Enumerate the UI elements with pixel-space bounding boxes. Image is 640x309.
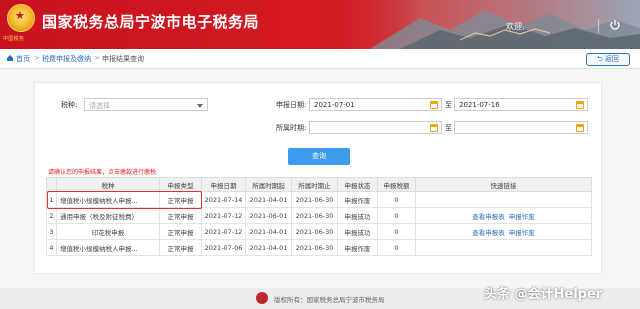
- period-end-cell: 2021-06-30: [291, 223, 338, 240]
- quick-links-cell: [415, 191, 592, 208]
- column-header: 申报日期: [201, 177, 246, 192]
- status-cell: 申报成功: [337, 223, 378, 240]
- column-header: [46, 177, 57, 192]
- void-declaration-link[interactable]: 申报作废: [509, 213, 535, 221]
- period-start-cell: 2021-04-01: [245, 239, 292, 256]
- logout-power-icon[interactable]: [609, 19, 621, 31]
- calendar-icon[interactable]: [430, 101, 438, 109]
- breadcrumb-separator: >: [94, 54, 100, 62]
- breadcrumb: 首页 > 税费申报及缴纳 > 申报结果查询 ⮌ 返回: [0, 49, 640, 69]
- quick-links-cell: 查看申报表 申报作废: [415, 223, 592, 240]
- column-header: 快速链接: [415, 177, 592, 192]
- table-row[interactable]: 3 印花税申报 正常申报 2021-07-12 2021-04-01 2021-…: [46, 223, 592, 240]
- table-header-row: 税种 申报类型 申报日期 所属时期起 所属时期止 申报状态 申报税额 快速链接: [46, 177, 592, 192]
- quick-links-cell: [415, 239, 592, 256]
- declaration-date-label: 申报日期:: [276, 101, 307, 109]
- status-cell: 申报成功: [337, 207, 378, 224]
- amount-cell: 0: [377, 223, 416, 240]
- amount-cell: 0: [377, 207, 416, 224]
- period-label: 所属时期:: [276, 124, 307, 132]
- tax-type-placeholder: 请选择: [89, 102, 110, 110]
- calendar-icon[interactable]: [430, 124, 438, 132]
- row-number: 4: [46, 239, 57, 256]
- query-button[interactable]: 查询: [288, 148, 350, 165]
- breadcrumb-section[interactable]: 税费申报及缴纳: [42, 54, 91, 64]
- period-start-cell: 2021-04-01: [245, 191, 292, 208]
- table-row[interactable]: 4 增值税小规模纳税人申报... 正常申报 2021-07-06 2021-04…: [46, 239, 592, 256]
- period-start-cell: 2021-06-01: [245, 207, 292, 224]
- breadcrumb-current: 申报结果查询: [102, 55, 144, 63]
- tax-name-cell: 通用申报（税及附征税费）: [56, 207, 160, 224]
- emblem-caption: 中国税务: [3, 36, 25, 42]
- void-declaration-link[interactable]: 申报作废: [509, 229, 535, 237]
- view-return-link[interactable]: 查看申报表: [472, 229, 505, 237]
- tax-name-cell: 印花税申报: [56, 223, 160, 240]
- copyright-text: 版权所有：国家税务总局宁波市税务局: [274, 296, 385, 304]
- declaration-date-cell: 2021-07-06: [201, 239, 246, 256]
- declaration-date-cell: 2021-07-14: [201, 191, 246, 208]
- breadcrumb-home[interactable]: 首页: [16, 54, 30, 64]
- tax-type-label: 税种:: [61, 101, 78, 109]
- period-end-cell: 2021-06-30: [291, 239, 338, 256]
- calendar-icon[interactable]: [576, 101, 584, 109]
- period-end-cell: 2021-06-30: [291, 207, 338, 224]
- column-header: 所属时期起: [245, 177, 292, 192]
- declaration-date-to-field[interactable]: 2021-07-16: [454, 98, 588, 111]
- declaration-date-cell: 2021-07-12: [201, 207, 246, 224]
- amount-cell: 0: [377, 191, 416, 208]
- tax-type-select[interactable]: 请选择: [84, 98, 208, 111]
- declaration-date-to-value: 2021-07-16: [459, 101, 500, 109]
- home-icon: [7, 55, 13, 61]
- column-header: 所属时期止: [291, 177, 338, 192]
- back-button[interactable]: ⮌ 返回: [586, 53, 630, 66]
- period-start-cell: 2021-04-01: [245, 223, 292, 240]
- results-table: 税种 申报类型 申报日期 所属时期起 所属时期止 申报状态 申报税额 快速链接 …: [46, 177, 592, 256]
- watermark: 头条 @会计Helper: [484, 287, 603, 302]
- calendar-icon[interactable]: [576, 124, 584, 132]
- row-highlight-box: [47, 191, 202, 209]
- back-button-label: 返回: [604, 55, 619, 63]
- header-divider: [598, 19, 599, 33]
- welcome-text: 欢迎,: [506, 22, 525, 31]
- to-label: 至: [445, 101, 452, 109]
- status-cell: 申报作废: [337, 239, 378, 256]
- mountains-banner-image: [310, 0, 640, 49]
- amount-cell: 0: [377, 239, 416, 256]
- to-label: 至: [445, 124, 452, 132]
- view-return-link[interactable]: 查看申报表: [472, 213, 505, 221]
- chevron-down-icon: [197, 104, 203, 108]
- row-number: 3: [46, 223, 57, 240]
- tax-emblem-logo: ★: [7, 4, 35, 32]
- tax-name-cell: 增值税小规模纳税人申报...: [56, 239, 160, 256]
- quick-links-cell: 查看申报表 申报作废: [415, 207, 592, 224]
- declaration-date-cell: 2021-07-12: [201, 223, 246, 240]
- period-to-field[interactable]: [454, 121, 588, 134]
- site-header: ★ 中国税务 国家税务总局宁波市电子税务局 欢迎,: [0, 0, 640, 49]
- column-header: 申报税额: [377, 177, 416, 192]
- declaration-date-from-value: 2021-07-01: [314, 101, 355, 109]
- row-number: 2: [46, 207, 57, 224]
- period-end-cell: 2021-06-30: [291, 191, 338, 208]
- footer-emblem-logo: [256, 292, 268, 304]
- breadcrumb-separator: >: [34, 54, 40, 62]
- column-header: 税种: [56, 177, 160, 192]
- declaration-type-cell: 正常申报: [159, 207, 202, 224]
- column-header: 申报类型: [159, 177, 202, 192]
- period-from-field[interactable]: [309, 121, 442, 134]
- declaration-type-cell: 正常申报: [159, 223, 202, 240]
- status-cell: 申报作废: [337, 191, 378, 208]
- column-header: 申报状态: [337, 177, 378, 192]
- declaration-type-cell: 正常申报: [159, 239, 202, 256]
- site-title: 国家税务总局宁波市电子税务局: [42, 13, 260, 31]
- hint-text: 请确认您的申报结果，点击缴款进行缴税: [48, 169, 157, 176]
- declaration-date-from-field[interactable]: 2021-07-01: [309, 98, 442, 111]
- table-row[interactable]: 2 通用申报（税及附征税费） 正常申报 2021-07-12 2021-06-0…: [46, 207, 592, 224]
